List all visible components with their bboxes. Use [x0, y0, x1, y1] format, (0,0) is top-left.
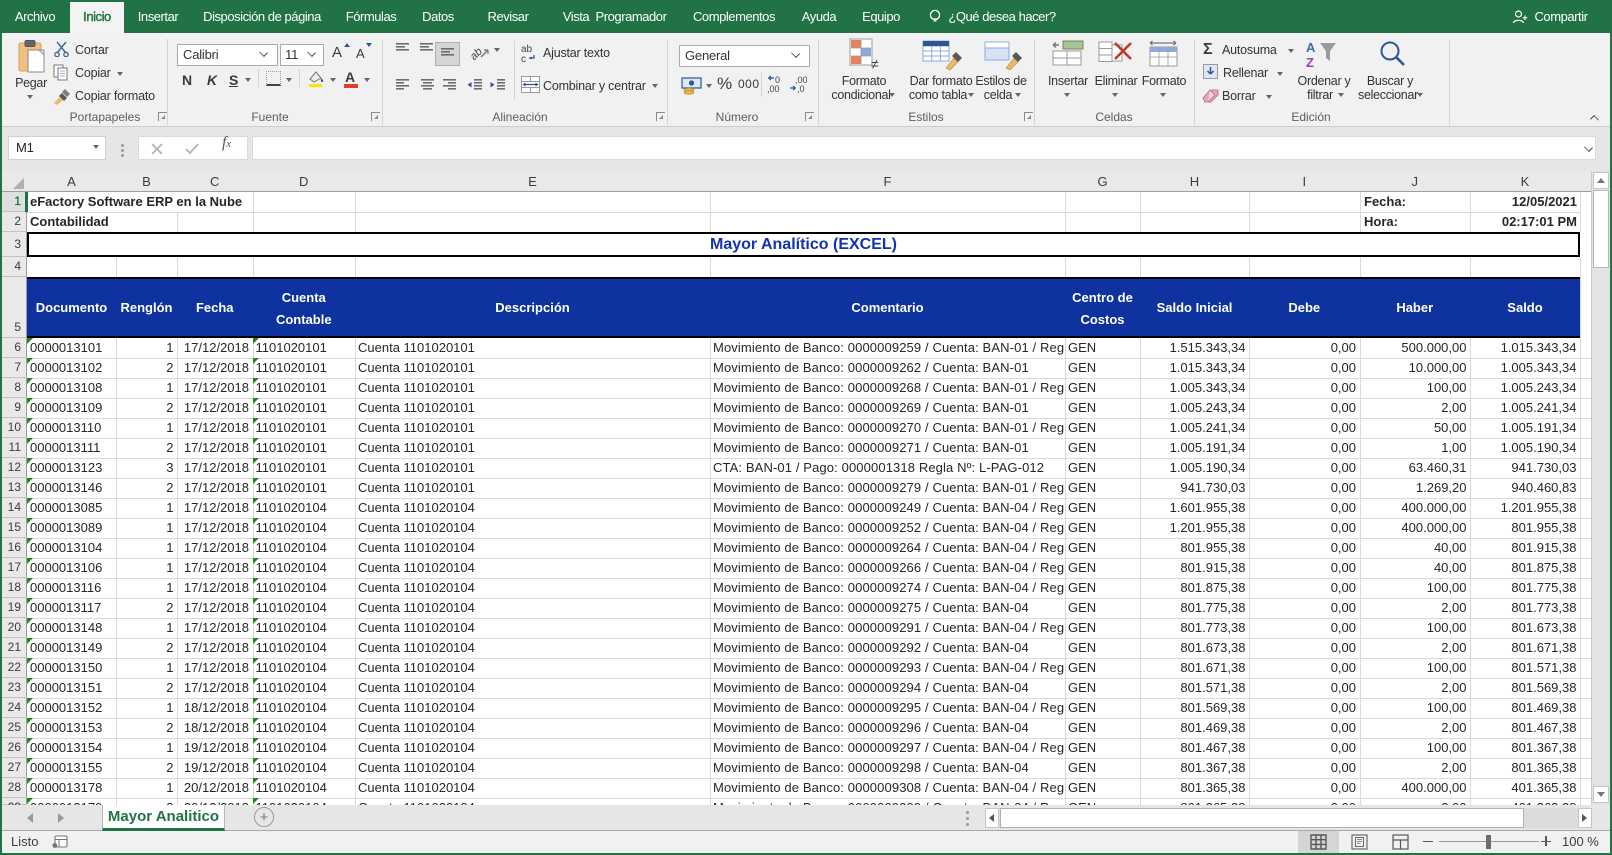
svg-text:Z: Z	[1306, 55, 1314, 69]
svg-text:≠: ≠	[871, 56, 879, 71]
svg-text:,00: ,00	[767, 84, 780, 94]
svg-text:c: c	[521, 54, 526, 63]
svg-text:A: A	[1306, 40, 1316, 55]
svg-text:,0: ,0	[797, 84, 805, 94]
svg-text:ab: ab	[471, 46, 485, 61]
